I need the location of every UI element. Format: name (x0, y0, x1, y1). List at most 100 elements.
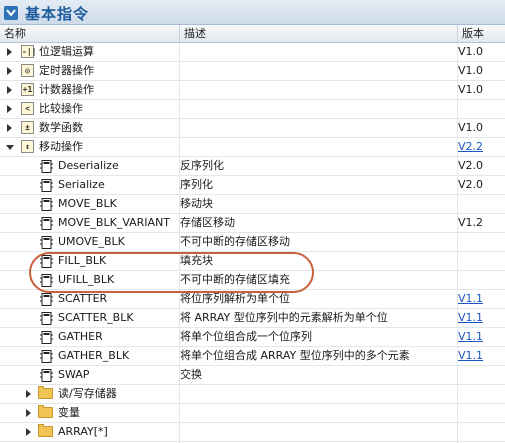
tree-row-category-expanded[interactable]: ↕ 移动操作 V2.2 (0, 138, 505, 157)
instruction-box-icon (40, 236, 53, 249)
version-link[interactable]: V1.1 (458, 311, 483, 324)
instruction-row[interactable]: UFILL_BLK 不可中断的存储区填充 (0, 271, 505, 290)
instruction-row[interactable]: MOVE_BLK_VARIANT 存储区移动 V1.2 (0, 214, 505, 233)
instruction-box-icon (40, 217, 53, 230)
tree-row-category[interactable]: +1 计数器操作 V1.0 (0, 81, 505, 100)
column-header-description[interactable]: 描述 (180, 25, 458, 42)
version-link[interactable]: V2.2 (458, 140, 483, 153)
instruction-box-icon (40, 255, 53, 268)
column-header-version[interactable]: 版本 (458, 25, 505, 42)
category-label: 计数器操作 (39, 83, 94, 96)
instruction-description: 移动块 (180, 197, 213, 210)
version-value (458, 195, 505, 213)
instruction-description: 交换 (180, 368, 202, 381)
tree-row-category[interactable]: ◎ 定时器操作 V1.0 (0, 62, 505, 81)
instruction-name: Deserialize (58, 159, 119, 172)
instruction-box-icon (40, 350, 53, 363)
expand-arrow-icon[interactable] (7, 86, 12, 94)
instruction-description: 将 ARRAY 型位序列中的元素解析为单个位 (180, 311, 388, 324)
tree-row-folder[interactable]: ARRAY[*] (0, 423, 505, 442)
instruction-description: 存储区移动 (180, 216, 235, 229)
tree-row-category[interactable]: -|| 位逻辑运算 V1.0 (0, 43, 505, 62)
instruction-name: FILL_BLK (58, 254, 107, 267)
instruction-row[interactable]: SCATTER 将位序列解析为单个位 V1.1 (0, 290, 505, 309)
collapse-arrow-icon[interactable] (6, 145, 14, 150)
version-value (458, 100, 505, 118)
panel-title: 基本指令 (25, 5, 90, 23)
expand-arrow-icon[interactable] (7, 48, 12, 56)
expand-arrow-icon[interactable] (7, 124, 12, 132)
expand-arrow-icon[interactable] (7, 67, 12, 75)
expand-arrow-icon[interactable] (26, 428, 31, 436)
tree-row-category[interactable]: < 比较操作 (0, 100, 505, 119)
instruction-row[interactable]: GATHER_BLK 将单个位组合成 ARRAY 型位序列中的多个元素 V1.1 (0, 347, 505, 366)
expand-arrow-icon[interactable] (26, 409, 31, 417)
instruction-box-icon (40, 179, 53, 192)
instruction-box-icon (40, 331, 53, 344)
category-label: 移动操作 (39, 140, 83, 153)
instruction-box-icon (40, 160, 53, 173)
instruction-name: SCATTER (58, 292, 108, 305)
tree-row-folder[interactable]: 变量 (0, 404, 505, 423)
column-header: 名称 描述 版本 (0, 25, 505, 43)
version-value (458, 271, 505, 289)
panel-title-bar[interactable]: 基本指令 (0, 0, 505, 25)
version-value: V2.0 (458, 178, 484, 191)
instruction-row[interactable]: Deserialize 反序列化 V2.0 (0, 157, 505, 176)
category-label: 位逻辑运算 (39, 45, 94, 58)
instruction-row[interactable]: FILL_BLK 填充块 (0, 252, 505, 271)
timer-icon: ◎ (21, 64, 34, 77)
version-value: V1.2 (458, 216, 484, 229)
instruction-description: 反序列化 (180, 159, 224, 172)
folder-label: 变量 (58, 406, 80, 419)
instruction-row[interactable]: MOVE_BLK 移动块 (0, 195, 505, 214)
bit-logic-icon: -|| (21, 45, 37, 58)
instruction-name: UMOVE_BLK (58, 235, 125, 248)
instruction-name: Serialize (58, 178, 105, 191)
expand-arrow-icon[interactable] (26, 390, 31, 398)
version-link[interactable]: V1.1 (458, 292, 483, 305)
category-label: 定时器操作 (39, 64, 94, 77)
instruction-description: 将位序列解析为单个位 (180, 292, 290, 305)
tree-row-category[interactable]: ± 数学函数 V1.0 (0, 119, 505, 138)
instruction-name: GATHER_BLK (58, 349, 130, 362)
instruction-name: MOVE_BLK_VARIANT (58, 216, 171, 229)
instruction-tree: -|| 位逻辑运算 V1.0 ◎ 定时器操作 V1.0 +1 计数器操作 V1.… (0, 43, 505, 442)
instruction-name: GATHER (58, 330, 103, 343)
instruction-row[interactable]: GATHER 将单个位组合成一个位序列 V1.1 (0, 328, 505, 347)
instruction-description: 序列化 (180, 178, 213, 191)
instruction-row[interactable]: UMOVE_BLK 不可中断的存储区移动 (0, 233, 505, 252)
version-link[interactable]: V1.1 (458, 349, 483, 362)
column-header-name[interactable]: 名称 (0, 25, 180, 42)
instruction-box-icon (40, 312, 53, 325)
instruction-name: MOVE_BLK (58, 197, 117, 210)
move-icon: ↕ (21, 140, 34, 153)
version-value: V1.0 (458, 83, 484, 96)
expand-arrow-icon[interactable] (7, 105, 12, 113)
instruction-box-icon (40, 293, 53, 306)
instruction-description: 不可中断的存储区移动 (180, 235, 290, 248)
tree-row-folder[interactable]: 读/写存储器 (0, 385, 505, 404)
collapse-chevron-icon[interactable] (4, 6, 18, 20)
version-value (458, 252, 505, 270)
version-value: V1.0 (458, 121, 484, 134)
folder-icon (38, 405, 53, 418)
math-icon: ± (21, 121, 34, 134)
category-label: 比较操作 (39, 102, 83, 115)
instruction-description: 将单个位组合成一个位序列 (180, 330, 312, 343)
folder-icon (38, 424, 53, 437)
instruction-description: 将单个位组合成 ARRAY 型位序列中的多个元素 (180, 349, 410, 362)
instruction-name: UFILL_BLK (58, 273, 115, 286)
counter-icon: +1 (21, 83, 34, 96)
instruction-description: 填充块 (180, 254, 213, 267)
instruction-name: SCATTER_BLK (58, 311, 134, 324)
instruction-name: SWAP (58, 368, 90, 381)
compare-icon: < (21, 102, 34, 115)
instruction-row[interactable]: SCATTER_BLK 将 ARRAY 型位序列中的元素解析为单个位 V1.1 (0, 309, 505, 328)
instruction-row[interactable]: Serialize 序列化 V2.0 (0, 176, 505, 195)
instruction-row[interactable]: SWAP 交换 (0, 366, 505, 385)
version-value: V1.0 (458, 45, 484, 58)
version-link[interactable]: V1.1 (458, 330, 483, 343)
instruction-box-icon (40, 198, 53, 211)
version-value (458, 366, 505, 384)
